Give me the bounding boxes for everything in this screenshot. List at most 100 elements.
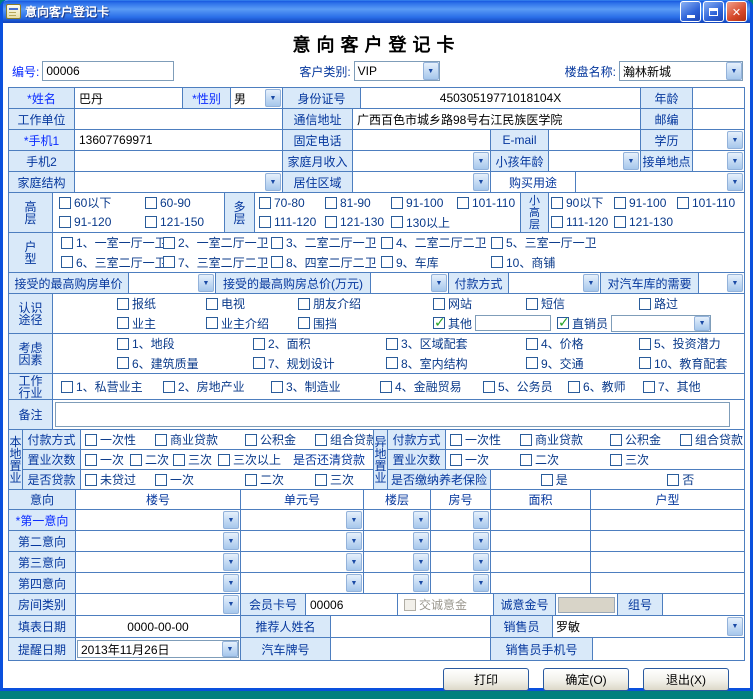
purpose-select[interactable] [576, 172, 744, 192]
checkbox-item[interactable]: 朋友介绍 [298, 295, 433, 312]
checkbox-item[interactable]: 一次 [85, 451, 130, 468]
checkbox-item[interactable]: 7、规划设计 [253, 355, 386, 372]
checkbox-item[interactable]: 组合贷款 [315, 431, 374, 448]
chevron-down-icon[interactable] [223, 574, 239, 592]
idcard-input[interactable]: 45030519771018104X [361, 88, 641, 108]
checkbox-item[interactable]: 一次 [450, 451, 520, 468]
checkbox-item[interactable]: 电视 [206, 295, 298, 312]
income-select[interactable] [353, 151, 491, 171]
chevron-down-icon[interactable] [223, 511, 239, 529]
checkbox-item[interactable]: 2、房地产业 [163, 378, 271, 395]
chevron-down-icon[interactable] [727, 274, 743, 292]
chevron-down-icon[interactable] [473, 574, 489, 592]
checkbox-direct-sales[interactable]: 直销员 [557, 315, 608, 332]
group-no-input[interactable] [663, 594, 744, 615]
checkbox-item[interactable]: 81-90 [325, 196, 391, 210]
checkbox-item[interactable]: 121-130 [325, 215, 391, 229]
child-age-select[interactable] [549, 151, 641, 171]
chevron-down-icon[interactable] [583, 274, 599, 292]
zip-input[interactable] [693, 109, 744, 129]
chevron-down-icon[interactable] [473, 511, 489, 529]
checkbox-item[interactable]: 130以上 [391, 214, 450, 231]
order-place-select[interactable] [693, 151, 744, 171]
chevron-down-icon[interactable] [346, 553, 362, 571]
checkbox-item[interactable]: 6、建筑质量 [117, 355, 253, 372]
room-select[interactable] [431, 510, 491, 530]
remark-input[interactable] [55, 402, 730, 427]
other-input[interactable] [475, 315, 551, 331]
checkbox-item[interactable]: 7、三室二厅二卫 [163, 254, 271, 271]
floor-select[interactable] [364, 510, 431, 530]
gender-select[interactable]: 男 [231, 88, 283, 108]
car-plate-input[interactable] [331, 638, 491, 660]
room-select[interactable] [431, 531, 491, 551]
unit-price-select[interactable] [129, 273, 216, 293]
chevron-down-icon[interactable] [694, 316, 710, 331]
chevron-down-icon[interactable] [726, 62, 742, 80]
remind-date-picker[interactable]: 2013年11月26日 [77, 640, 239, 658]
estate-select[interactable]: 瀚林新城 [619, 61, 743, 81]
pay-method-select[interactable] [509, 273, 601, 293]
checkbox-item[interactable]: 3、二室二厅一卫 [271, 234, 381, 251]
checkbox-item[interactable]: 4、金融贸易 [380, 378, 483, 395]
checkbox-item[interactable]: 6、三室二厅一卫 [61, 254, 163, 271]
checkbox-item[interactable]: 一次 [155, 471, 245, 488]
address-input[interactable]: 广西百色市城乡路98号右江民族医学院 [353, 109, 641, 129]
checkbox-item[interactable]: 一次性 [450, 431, 520, 448]
checkbox-item[interactable]: 121-150 [145, 215, 204, 229]
checkbox-item[interactable]: 90以下 [551, 194, 614, 211]
maximize-button[interactable] [703, 1, 724, 22]
checkbox-item[interactable]: 5、公务员 [483, 378, 568, 395]
chevron-down-icon[interactable] [413, 511, 429, 529]
checkbox-item[interactable]: 10、教育配套 [639, 355, 727, 372]
chevron-down-icon[interactable] [473, 173, 489, 191]
member-card-input[interactable]: 00006 [306, 594, 398, 615]
checkbox-item[interactable]: 是 [541, 471, 568, 488]
workunit-input[interactable] [75, 109, 283, 129]
chevron-down-icon[interactable] [727, 173, 743, 191]
minimize-button[interactable] [680, 1, 701, 22]
chevron-down-icon[interactable] [473, 152, 489, 170]
region-select[interactable] [353, 172, 491, 192]
chevron-down-icon[interactable] [222, 641, 238, 657]
email-input[interactable] [549, 130, 641, 150]
close-button[interactable] [726, 1, 747, 22]
floor-select[interactable] [364, 531, 431, 551]
checkbox-other[interactable]: 其他 [433, 315, 472, 332]
chevron-down-icon[interactable] [413, 532, 429, 550]
checkbox-item[interactable]: 公积金 [245, 431, 315, 448]
chevron-down-icon[interactable] [265, 173, 281, 191]
ok-button[interactable]: 确定(O) [543, 668, 629, 691]
checkbox-item[interactable]: 路过 [639, 295, 678, 312]
chevron-down-icon[interactable] [223, 595, 239, 614]
checkbox-item[interactable]: 60-90 [145, 196, 191, 210]
mobile1-input[interactable]: 13607769971 [75, 130, 283, 150]
checkbox-item[interactable]: 二次 [520, 451, 610, 468]
chevron-down-icon[interactable] [198, 274, 214, 292]
checkbox-item[interactable]: 91-100 [391, 196, 457, 210]
building-select[interactable] [76, 573, 241, 593]
checkbox-item[interactable]: 3、制造业 [271, 378, 380, 395]
checkbox-item[interactable]: 否 [667, 471, 694, 488]
building-select[interactable] [76, 552, 241, 572]
checkbox-item[interactable]: 101-110 [457, 196, 515, 210]
checkbox-item[interactable]: 8、室内结构 [386, 355, 526, 372]
checkbox-item[interactable]: 111-120 [259, 215, 325, 229]
building-select[interactable] [76, 531, 241, 551]
checkbox-item[interactable]: 4、价格 [526, 335, 639, 352]
unit-select[interactable] [241, 531, 364, 551]
checkbox-item[interactable]: 未贷过 [85, 471, 155, 488]
checkbox-item[interactable]: 2、面积 [253, 335, 386, 352]
print-button[interactable]: 打印 [443, 668, 529, 691]
checkbox-item[interactable]: 7、其他 [643, 378, 701, 395]
checkbox-item[interactable]: 短信 [526, 295, 639, 312]
chevron-down-icon[interactable] [223, 532, 239, 550]
checkbox-item[interactable]: 5、投资潜力 [639, 335, 721, 352]
total-price-select[interactable] [371, 273, 449, 293]
checkbox-item[interactable]: 10、商铺 [491, 254, 555, 271]
checkbox-item[interactable]: 9、交通 [526, 355, 639, 372]
sales-select[interactable]: 罗敏 [553, 616, 744, 637]
checkbox-item[interactable]: 91-120 [59, 215, 145, 229]
room-select[interactable] [431, 552, 491, 572]
checkbox-item[interactable]: 1、私营业主 [61, 378, 163, 395]
